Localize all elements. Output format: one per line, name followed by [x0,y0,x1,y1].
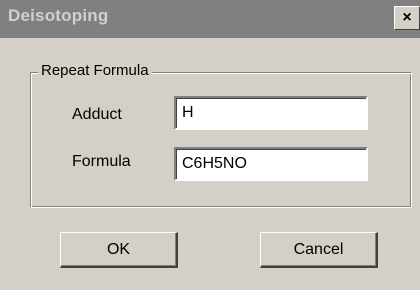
window-title: Deisotoping [8,6,109,25]
ok-button[interactable]: OK [60,232,178,268]
formula-label: Formula [72,153,131,170]
deisotoping-dialog: Deisotoping × Repeat Formula Adduct H Fo… [0,0,420,290]
group-legend: Repeat Formula [38,62,152,79]
adduct-label: Adduct [72,106,122,123]
close-button[interactable]: × [394,6,420,30]
adduct-field[interactable]: H [174,96,368,130]
formula-field[interactable]: C6H5NO [174,147,368,181]
title-bar[interactable]: Deisotoping × [0,0,420,38]
repeat-formula-group [30,72,412,208]
cancel-button[interactable]: Cancel [260,232,378,268]
close-icon: × [402,9,412,26]
